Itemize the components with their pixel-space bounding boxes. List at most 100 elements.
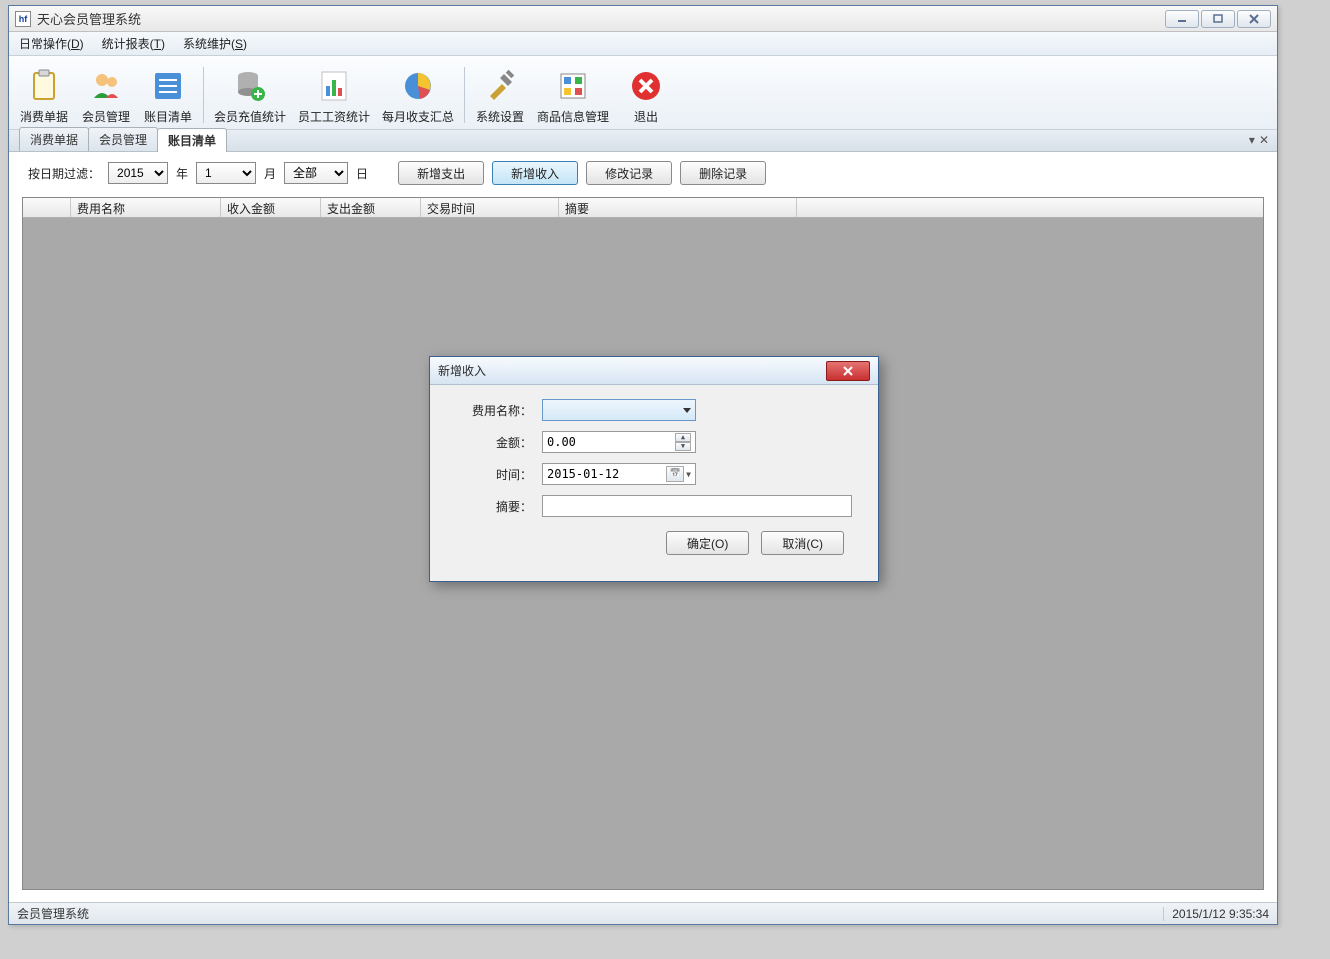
- grid-icon: [553, 66, 593, 106]
- barchart-icon: [314, 66, 354, 106]
- calendar-icon[interactable]: [666, 466, 684, 482]
- grid-header-summary[interactable]: 摘要: [559, 198, 797, 217]
- summary-input[interactable]: [542, 495, 852, 517]
- label-amount: 金额：: [454, 434, 532, 451]
- toolbar-label: 系统设置: [476, 108, 524, 125]
- menu-label: 统计报表(: [102, 37, 154, 51]
- window-title: 天心会员管理系统: [37, 9, 1165, 28]
- close-icon: [842, 366, 854, 376]
- statusbar: 会员管理系统 2015/1/12 9:35:34: [9, 902, 1277, 924]
- add-expense-button[interactable]: 新增支出: [398, 161, 484, 185]
- menu-daily-ops[interactable]: 日常操作(D): [19, 35, 84, 52]
- exit-icon: [626, 66, 666, 106]
- toolbar-label: 会员充值统计: [214, 108, 286, 125]
- toolbar-separator: [203, 67, 204, 123]
- dialog-body: 费用名称： 金额： 0.00 ▲ ▼ 时间： 2015-01-12: [430, 385, 878, 569]
- close-icon: [1248, 14, 1260, 24]
- maximize-button[interactable]: [1201, 10, 1235, 28]
- toolbar-label: 消费单据: [20, 108, 68, 125]
- dialog-titlebar[interactable]: 新增收入: [430, 357, 878, 385]
- tab-consumption[interactable]: 消费单据: [19, 127, 89, 151]
- toolbar-label: 退出: [634, 108, 658, 125]
- menu-maintenance[interactable]: 系统维护(S): [183, 35, 247, 52]
- grid-header-income[interactable]: 收入金额: [221, 198, 321, 217]
- minimize-button[interactable]: [1165, 10, 1199, 28]
- spin-up-button[interactable]: ▲: [675, 433, 691, 442]
- piechart-icon: [398, 66, 438, 106]
- toolbar-monthly-summary[interactable]: 每月收支汇总: [376, 64, 460, 127]
- grid-header-rownum[interactable]: [23, 198, 71, 217]
- dialog-title: 新增收入: [438, 362, 826, 379]
- menu-label: 系统维护(: [183, 37, 235, 51]
- amount-input[interactable]: 0.00 ▲ ▼: [542, 431, 696, 453]
- filter-label: 按日期过滤：: [28, 165, 100, 182]
- tab-account-list[interactable]: 账目清单: [157, 128, 227, 152]
- year-select[interactable]: 2015: [108, 162, 168, 184]
- users-icon: [86, 66, 126, 106]
- edit-record-button[interactable]: 修改记录: [586, 161, 672, 185]
- titlebar: hf 天心会员管理系统: [9, 6, 1277, 32]
- label-summary: 摘要：: [454, 498, 532, 515]
- fee-name-dropdown[interactable]: [542, 399, 696, 421]
- dialog-cancel-button[interactable]: 取消(C): [761, 531, 844, 555]
- filter-bar: 按日期过滤： 2015 年 1 月 全部 日 新增支出 新增收入 修改记录 删除…: [10, 153, 1276, 193]
- toolbar-label: 账目清单: [144, 108, 192, 125]
- label-fee-name: 费用名称：: [454, 402, 532, 419]
- tab-member[interactable]: 会员管理: [88, 127, 158, 151]
- toolbar-product-info[interactable]: 商品信息管理: [531, 64, 615, 127]
- main-window: hf 天心会员管理系统 日常操作(D) 统计报表(T) 系统维护(S): [8, 5, 1278, 925]
- time-input[interactable]: 2015-01-12 ▼: [542, 463, 696, 485]
- add-income-dialog: 新增收入 费用名称： 金额： 0.00 ▲ ▼: [429, 356, 879, 582]
- tabstrip: 消费单据 会员管理 账目清单 ▾ ✕: [9, 130, 1277, 152]
- month-select[interactable]: 1: [196, 162, 256, 184]
- toolbar-label: 员工工资统计: [298, 108, 370, 125]
- toolbar-member-mgmt[interactable]: 会员管理: [75, 64, 137, 127]
- toolbar: 消费单据 会员管理 账目清单 会员充值统计 员工工资统计 每月收支汇总 系统设置: [9, 56, 1277, 130]
- close-button[interactable]: [1237, 10, 1271, 28]
- tabstrip-close-icon[interactable]: ✕: [1259, 133, 1269, 147]
- dialog-close-button[interactable]: [826, 361, 870, 381]
- add-income-button[interactable]: 新增收入: [492, 161, 578, 185]
- db-plus-icon: [230, 66, 270, 106]
- toolbar-label: 每月收支汇总: [382, 108, 454, 125]
- toolbar-label: 会员管理: [82, 108, 130, 125]
- window-buttons: [1165, 10, 1271, 28]
- clipboard-icon: [24, 66, 64, 106]
- amount-spinner: ▲ ▼: [675, 433, 691, 451]
- toolbar-recharge-stats[interactable]: 会员充值统计: [208, 64, 292, 127]
- status-datetime: 2015/1/12 9:35:34: [1163, 907, 1269, 921]
- day-unit: 日: [356, 165, 368, 182]
- toolbar-separator: [464, 67, 465, 123]
- toolbar-account-list[interactable]: 账目清单: [137, 64, 199, 127]
- day-select[interactable]: 全部: [284, 162, 348, 184]
- toolbar-consumption-bill[interactable]: 消费单据: [13, 64, 75, 127]
- dialog-ok-button[interactable]: 确定(O): [666, 531, 749, 555]
- toolbar-label: 商品信息管理: [537, 108, 609, 125]
- maximize-icon: [1212, 14, 1224, 24]
- menu-reports[interactable]: 统计报表(T): [102, 35, 165, 52]
- app-logo-icon: hf: [15, 11, 31, 27]
- label-time: 时间：: [454, 466, 532, 483]
- amount-value: 0.00: [547, 435, 576, 449]
- delete-record-button[interactable]: 删除记录: [680, 161, 766, 185]
- grid-header-expense[interactable]: 支出金额: [321, 198, 421, 217]
- tools-icon: [480, 66, 520, 106]
- toolbar-exit[interactable]: 退出: [615, 64, 677, 127]
- tabstrip-menu-icon[interactable]: ▾: [1249, 133, 1255, 147]
- ledger-icon: [148, 66, 188, 106]
- month-unit: 月: [264, 165, 276, 182]
- status-left: 会员管理系统: [17, 905, 89, 922]
- chevron-down-icon: [683, 408, 691, 413]
- year-unit: 年: [176, 165, 188, 182]
- minimize-icon: [1176, 14, 1188, 24]
- menubar: 日常操作(D) 统计报表(T) 系统维护(S): [9, 32, 1277, 56]
- spin-down-button[interactable]: ▼: [675, 442, 691, 451]
- time-value: 2015-01-12: [547, 467, 619, 481]
- toolbar-salary-stats[interactable]: 员工工资统计: [292, 64, 376, 127]
- menu-label: 日常操作(: [19, 37, 71, 51]
- grid-header-name[interactable]: 费用名称: [71, 198, 221, 217]
- chevron-down-icon[interactable]: ▼: [686, 470, 691, 479]
- grid-header-time[interactable]: 交易时间: [421, 198, 559, 217]
- toolbar-system-settings[interactable]: 系统设置: [469, 64, 531, 127]
- grid-header-row: 费用名称 收入金额 支出金额 交易时间 摘要: [23, 198, 1263, 218]
